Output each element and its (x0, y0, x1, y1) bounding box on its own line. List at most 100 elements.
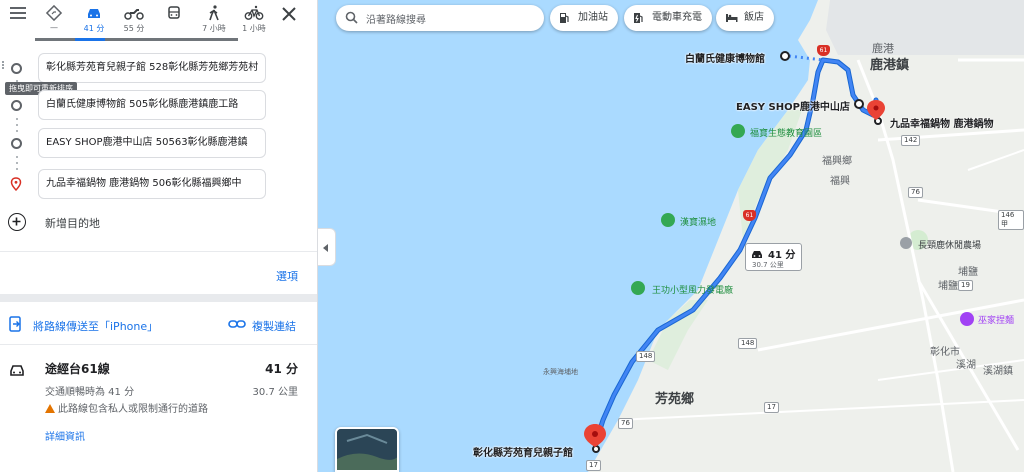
divider (0, 294, 317, 302)
mode-motorcycle[interactable]: 55 分 (116, 2, 152, 38)
park-marker-icon[interactable] (631, 281, 645, 295)
copy-link-button[interactable]: 複製連結 (228, 316, 296, 336)
divider (0, 251, 317, 252)
mode-driving[interactable]: 41 分 (76, 2, 112, 38)
road-shield: 148 (738, 338, 758, 349)
menu-icon[interactable] (8, 4, 28, 24)
farm-marker-icon[interactable] (900, 237, 912, 249)
mode-transit[interactable] (156, 2, 192, 38)
mode-cycling-time: 1 小時 (242, 24, 266, 33)
walking-icon (209, 5, 219, 21)
mode-driving-time: 41 分 (83, 24, 105, 33)
chip-ev-charging-label: 電動車充電 (652, 12, 702, 23)
route-connector-dot (16, 130, 18, 132)
farm-label[interactable]: 長頸鹿休閒農場 (918, 238, 981, 251)
add-destination-button[interactable]: 新增目的地 (8, 212, 208, 232)
gas-station-icon (560, 13, 569, 23)
town-label: 埔鹽 (958, 267, 978, 278)
waypoint-marker-wp2[interactable] (854, 99, 864, 109)
chip-gas-station[interactable]: 加油站 (550, 5, 618, 31)
chip-hotel[interactable]: 飯店 (716, 5, 774, 31)
park-marker-icon[interactable] (731, 124, 745, 138)
shop-marker-icon[interactable] (960, 312, 974, 326)
travel-mode-bar: — 41 分 55 分 7 小時 1 小時 (0, 0, 317, 40)
search-icon (345, 11, 358, 24)
place-label-start[interactable]: 彰化縣芳苑育兒親子館 (473, 444, 573, 459)
waypoint-stop-2-input[interactable]: EASY SHOP鹿港中山店 50563彰化縣鹿港鎮 (38, 128, 266, 158)
route-connector-dot (16, 124, 18, 126)
options-button[interactable]: 選項 (276, 268, 298, 284)
car-icon (88, 9, 100, 18)
callout-distance: 30.7 公里 (752, 261, 784, 269)
send-to-phone-button[interactable]: 將路線傳送至「iPhone」 (9, 316, 158, 336)
place-label-wp1[interactable]: 白蘭氏健康博物館 (685, 50, 765, 65)
waypoint-start-input[interactable]: 彰化縣芳苑育兒親子館 528彰化縣芳苑鄉芳苑村 (38, 53, 266, 83)
drag-handle[interactable] (2, 60, 8, 72)
search-along-route[interactable]: 沿著路線搜尋 (336, 5, 544, 31)
park-marker-icon[interactable] (661, 213, 675, 227)
diamond-route-icon (45, 4, 63, 22)
mode-best-time: — (50, 23, 58, 32)
chip-hotel-label: 飯店 (744, 12, 764, 23)
park-label[interactable]: 王功小型風力發電廠 (652, 283, 733, 296)
town-label: 溪湖鎮 (983, 366, 1013, 377)
divider (0, 344, 317, 345)
park-label[interactable]: 漢寶濕地 (680, 215, 716, 228)
road-shield: 17 (586, 460, 601, 471)
road-shield: 61 (743, 210, 756, 221)
route-duration-callout[interactable]: 41 分 30.7 公里 (745, 243, 802, 271)
road-shield: 76 (618, 418, 633, 429)
callout-duration: 41 分 (768, 250, 796, 261)
waypoint-stop-1-input[interactable]: 白蘭氏健康博物館 505彰化縣鹿港鎮鹿工路 (38, 90, 266, 120)
car-icon (10, 365, 24, 376)
shop-label[interactable]: 巫家捏麵 (978, 313, 1014, 326)
place-label-dest[interactable]: 九品幸福鍋物 鹿港鍋物 (890, 115, 993, 130)
mode-motorcycle-time: 55 分 (123, 24, 145, 33)
copy-link-label: 複製連結 (252, 320, 296, 333)
waypoint-marker-wp1[interactable] (780, 51, 790, 61)
mode-best[interactable]: — (36, 2, 72, 38)
waypoint-destination-input[interactable]: 九品幸福鍋物 鹿港鍋物 506彰化縣福興鄉中 (38, 169, 266, 199)
chip-ev-charging[interactable]: 電動車充電 (624, 5, 712, 31)
road-shield: 148 (636, 351, 656, 362)
map-canvas[interactable]: 沿著路線搜尋 加油站 電動車充電 飯店 41 分 30.7 公里 白蘭氏健康博物… (318, 0, 1024, 472)
town-label: 鹿港鎮 (870, 58, 910, 73)
route-connector-dot (16, 118, 18, 120)
place-label-wp2[interactable]: EASY SHOP鹿港中山店 (736, 98, 850, 113)
route-warning: 此路線包含私人或限制通行的道路 (45, 400, 208, 415)
search-placeholder: 沿著路線搜尋 (366, 15, 426, 26)
mode-cycling[interactable]: 1 小時 (236, 2, 272, 38)
area-label: 永興海埔地 (543, 368, 578, 376)
route-traffic: 交通順暢時為 41 分 (45, 387, 135, 398)
road-shield: 146甲 (998, 210, 1024, 230)
send-to-device-icon (9, 316, 21, 332)
road-shield: 76 (908, 187, 923, 198)
mode-walking-time: 7 小時 (202, 24, 226, 33)
waypoint-start-icon (11, 63, 22, 74)
route-distance: 30.7 公里 (252, 387, 298, 398)
town-label: 溪湖 (956, 360, 976, 371)
plus-icon (8, 213, 26, 231)
route-warning-text: 此路線包含私人或限制通行的道路 (58, 404, 208, 415)
mode-scroll-track (35, 38, 238, 41)
car-icon (752, 251, 762, 258)
mode-walking[interactable]: 7 小時 (196, 2, 232, 38)
warning-icon (45, 404, 55, 413)
close-icon[interactable] (280, 5, 298, 23)
add-destination-label: 新增目的地 (45, 217, 100, 230)
road-shield: 19 (958, 280, 973, 291)
waypoint-marker-start[interactable] (592, 445, 600, 453)
park-label[interactable]: 福寶生態教育園區 (750, 126, 822, 139)
ev-charging-icon (634, 13, 643, 23)
layers-toggle-thumbnail[interactable] (335, 427, 399, 472)
waypoint-stop-icon (11, 138, 22, 149)
route-details-link[interactable]: 詳細資訊 (45, 428, 85, 443)
train-icon (168, 6, 180, 19)
motorcycle-icon (124, 9, 144, 20)
route-option-card[interactable]: 途經台61線 41 分 交通順暢時為 41 分 30.7 公里 此路線包含私人或… (0, 352, 317, 462)
route-duration: 41 分 (265, 362, 298, 376)
destination-pin-icon (10, 177, 22, 191)
bicycle-icon (244, 5, 264, 20)
satellite-thumbnail-image (337, 429, 397, 470)
collapse-panel-button[interactable] (318, 228, 336, 266)
